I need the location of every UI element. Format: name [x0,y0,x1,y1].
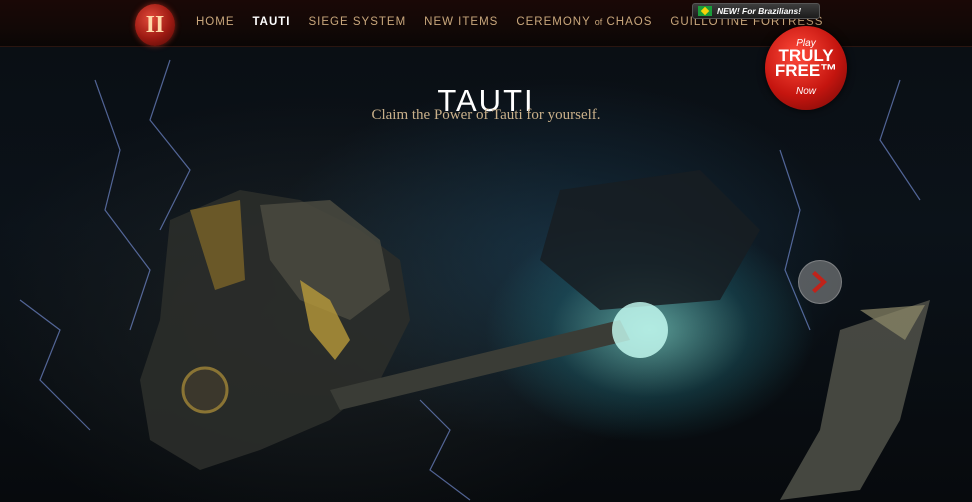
brazil-flag-icon [698,6,712,16]
badge-truly-free-text: TRULY FREE™ [765,47,847,80]
carousel-next-button[interactable] [798,260,842,304]
logo-text: II [145,12,165,38]
nav-siege-system[interactable]: SIEGE SYSTEM [309,16,407,28]
nav-ceremony-of-chaos[interactable]: CEREMONY of CHAOS [516,16,652,28]
lineage-logo[interactable]: II [135,4,175,46]
nav-home[interactable]: HOME [196,16,235,28]
brazil-notice-link[interactable]: NEW! For Brazilians! [692,3,820,19]
badge-free-text: FREE™ [774,61,838,80]
nav-ceremony-label-of: of [594,17,603,27]
nav-ceremony-label-pre: CEREMONY [516,16,591,28]
nav-new-items[interactable]: NEW ITEMS [424,16,498,28]
page-subtitle: Claim the Power of Tauti for yourself. [371,107,601,123]
brazil-notice-text: NEW! For Brazilians! [717,6,802,16]
nav-tauti[interactable]: TAUTI [253,16,291,28]
chevron-right-icon [812,271,827,293]
nav-ceremony-label-post: CHAOS [606,16,653,28]
